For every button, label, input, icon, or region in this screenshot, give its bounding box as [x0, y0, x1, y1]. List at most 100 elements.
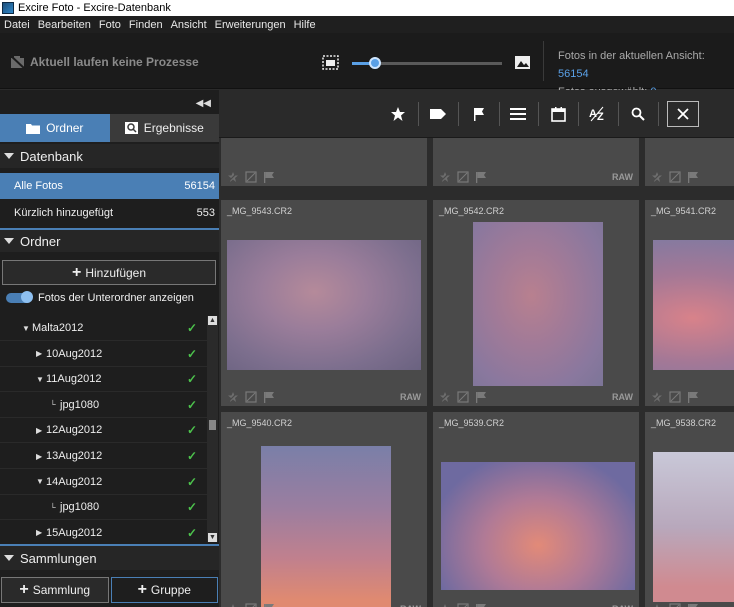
checkmark-icon[interactable]: ✓	[187, 398, 207, 412]
photo-thumbnail[interactable]	[221, 138, 427, 186]
label-box-icon[interactable]	[245, 391, 257, 403]
label-box-icon[interactable]	[669, 603, 681, 607]
folder-tree-item[interactable]: ▼ Malta2012 ✓	[0, 316, 207, 341]
checkmark-icon[interactable]: ✓	[187, 423, 207, 437]
photo-thumbnail[interactable]: _MG_9542.CR2 RAW	[433, 200, 639, 406]
folder-tree-item[interactable]: ▶ 13Aug2012 ✓	[0, 444, 207, 469]
collapsed-arrow-icon[interactable]: ▶	[36, 426, 46, 435]
label-filter[interactable]	[428, 104, 448, 124]
label-box-icon[interactable]	[669, 171, 681, 183]
collapsed-arrow-icon[interactable]: ▶	[36, 452, 46, 461]
database-row-all-photos[interactable]: Alle Fotos 56154	[0, 173, 219, 199]
add-collection-button[interactable]: + Sammlung	[1, 577, 109, 603]
checkmark-icon[interactable]: ✓	[187, 347, 207, 361]
flag-marker-icon[interactable]	[687, 603, 699, 607]
add-group-button[interactable]: + Gruppe	[110, 577, 218, 603]
database-row-recent[interactable]: Kürzlich hinzugefügt 553	[0, 200, 219, 226]
zoom-slider[interactable]	[352, 57, 502, 69]
photo-thumbnail[interactable]: _MG_9539.CR2RAW	[433, 412, 639, 607]
folder-tree-scrollbar[interactable]: ▲ ▼	[207, 316, 218, 542]
folder-tree-item[interactable]: ▼ 11Aug2012 ✓	[0, 367, 207, 393]
rating-star-icon[interactable]	[651, 391, 663, 403]
flag-marker-icon[interactable]	[263, 171, 275, 183]
rating-star-icon[interactable]	[651, 171, 663, 183]
subfolder-toggle[interactable]	[6, 291, 33, 303]
folder-tree-item[interactable]: ▶ 12Aug2012 ✓	[0, 418, 207, 444]
menu-datei[interactable]: Datei	[0, 19, 34, 31]
label-box-icon[interactable]	[457, 391, 469, 403]
collapse-sidebar-icon[interactable]: ◀◀	[196, 98, 211, 109]
expanded-arrow-icon[interactable]: ▼	[22, 324, 32, 333]
sort-button[interactable]: AZ	[588, 104, 608, 124]
photo-controls	[227, 391, 275, 403]
add-folder-button[interactable]: + Hinzufügen	[2, 260, 216, 285]
small-thumbnail-icon[interactable]	[322, 55, 339, 70]
photo-thumbnail[interactable]: RAW	[433, 138, 639, 186]
folder-tree-item[interactable]: ▶ 10Aug2012 ✓	[0, 342, 207, 367]
date-filter[interactable]	[548, 104, 568, 124]
tab-ordner[interactable]: Ordner	[0, 114, 110, 142]
menu-bearbeiten[interactable]: Bearbeiten	[34, 19, 95, 31]
flag-marker-icon[interactable]	[475, 391, 487, 403]
folder-tree-item[interactable]: ▶ 15Aug2012 ✓	[0, 521, 207, 542]
scrollbar-thumb[interactable]	[209, 420, 216, 430]
expanded-arrow-icon[interactable]: ▼	[36, 477, 46, 486]
rating-star-icon[interactable]	[227, 171, 239, 183]
rating-star-icon[interactable]	[227, 603, 239, 607]
collapsed-arrow-icon[interactable]: ▶	[36, 349, 46, 358]
checkmark-icon[interactable]: ✓	[187, 372, 207, 386]
checkmark-icon[interactable]: ✓	[187, 449, 207, 463]
menu-hilfe[interactable]: Hilfe	[290, 19, 320, 31]
rating-star-icon[interactable]	[439, 391, 451, 403]
metadata-filter[interactable]	[508, 104, 528, 124]
label-box-icon[interactable]	[245, 603, 257, 607]
folder-tree-item[interactable]: └ jpg1080 ✓	[0, 495, 207, 521]
db-row-label: Alle Fotos	[14, 180, 63, 192]
checkmark-icon[interactable]: ✓	[187, 321, 207, 335]
rating-star-icon[interactable]	[439, 171, 451, 183]
label-box-icon[interactable]	[245, 171, 257, 183]
flag-filter[interactable]	[469, 104, 489, 124]
scroll-down-icon[interactable]: ▼	[208, 533, 217, 542]
flag-marker-icon[interactable]	[475, 171, 487, 183]
rating-star-icon[interactable]	[439, 603, 451, 607]
photo-thumbnail[interactable]: _MG_9543.CR2 RAW	[221, 200, 427, 406]
checkmark-icon[interactable]: ✓	[187, 475, 207, 489]
label-box-icon[interactable]	[457, 171, 469, 183]
large-thumbnail-icon[interactable]	[514, 55, 531, 70]
photo-thumbnail[interactable]: _MG_9538.CR2RAW	[645, 412, 734, 607]
collapsed-arrow-icon[interactable]: ▶	[36, 528, 46, 537]
scroll-up-icon[interactable]: ▲	[208, 316, 217, 325]
folder-tree-item[interactable]: ▼ 14Aug2012 ✓	[0, 470, 207, 495]
checkmark-icon[interactable]: ✓	[187, 526, 207, 540]
rating-star-icon[interactable]	[651, 603, 663, 607]
zoom-slider-knob[interactable]	[368, 57, 381, 69]
folder-tree-item[interactable]: └ jpg1080 ✓	[0, 393, 207, 418]
menu-foto[interactable]: Foto	[95, 19, 125, 31]
tab-ergebnisse[interactable]: Ergebnisse	[109, 114, 219, 142]
expanded-arrow-icon[interactable]: ▼	[36, 375, 46, 384]
photo-thumbnail[interactable]: _MG_9540.CR2RAW	[221, 412, 427, 607]
search-button[interactable]	[628, 104, 648, 124]
flag-marker-icon[interactable]	[687, 171, 699, 183]
menu-erweiterungen[interactable]: Erweiterungen	[211, 19, 290, 31]
label-box-icon[interactable]	[457, 603, 469, 607]
label-box-icon[interactable]	[669, 391, 681, 403]
rating-star-icon[interactable]	[227, 391, 239, 403]
clear-filter-button[interactable]	[667, 101, 699, 127]
checkmark-icon[interactable]: ✓	[187, 500, 207, 514]
photo-thumbnail[interactable]: _MG_9541.CR2RAW	[645, 200, 734, 406]
menu-ansicht[interactable]: Ansicht	[167, 19, 211, 31]
flag-marker-icon[interactable]	[263, 603, 275, 607]
flag-marker-icon[interactable]	[687, 391, 699, 403]
collections-section-header[interactable]: Sammlungen	[0, 546, 219, 570]
photo-thumbnail[interactable]	[645, 138, 734, 186]
flag-marker-icon[interactable]	[475, 603, 487, 607]
star-rating-filter[interactable]	[388, 104, 408, 124]
folder-section-header[interactable]: Ordner	[0, 228, 219, 252]
flag-marker-icon[interactable]	[263, 391, 275, 403]
database-section-header[interactable]: Datenbank	[0, 144, 219, 168]
photo-filename: _MG_9540.CR2	[227, 418, 293, 428]
subfolder-toggle-row[interactable]: Fotos der Unterordner anzeigen	[6, 291, 194, 304]
menu-finden[interactable]: Finden	[125, 19, 167, 31]
